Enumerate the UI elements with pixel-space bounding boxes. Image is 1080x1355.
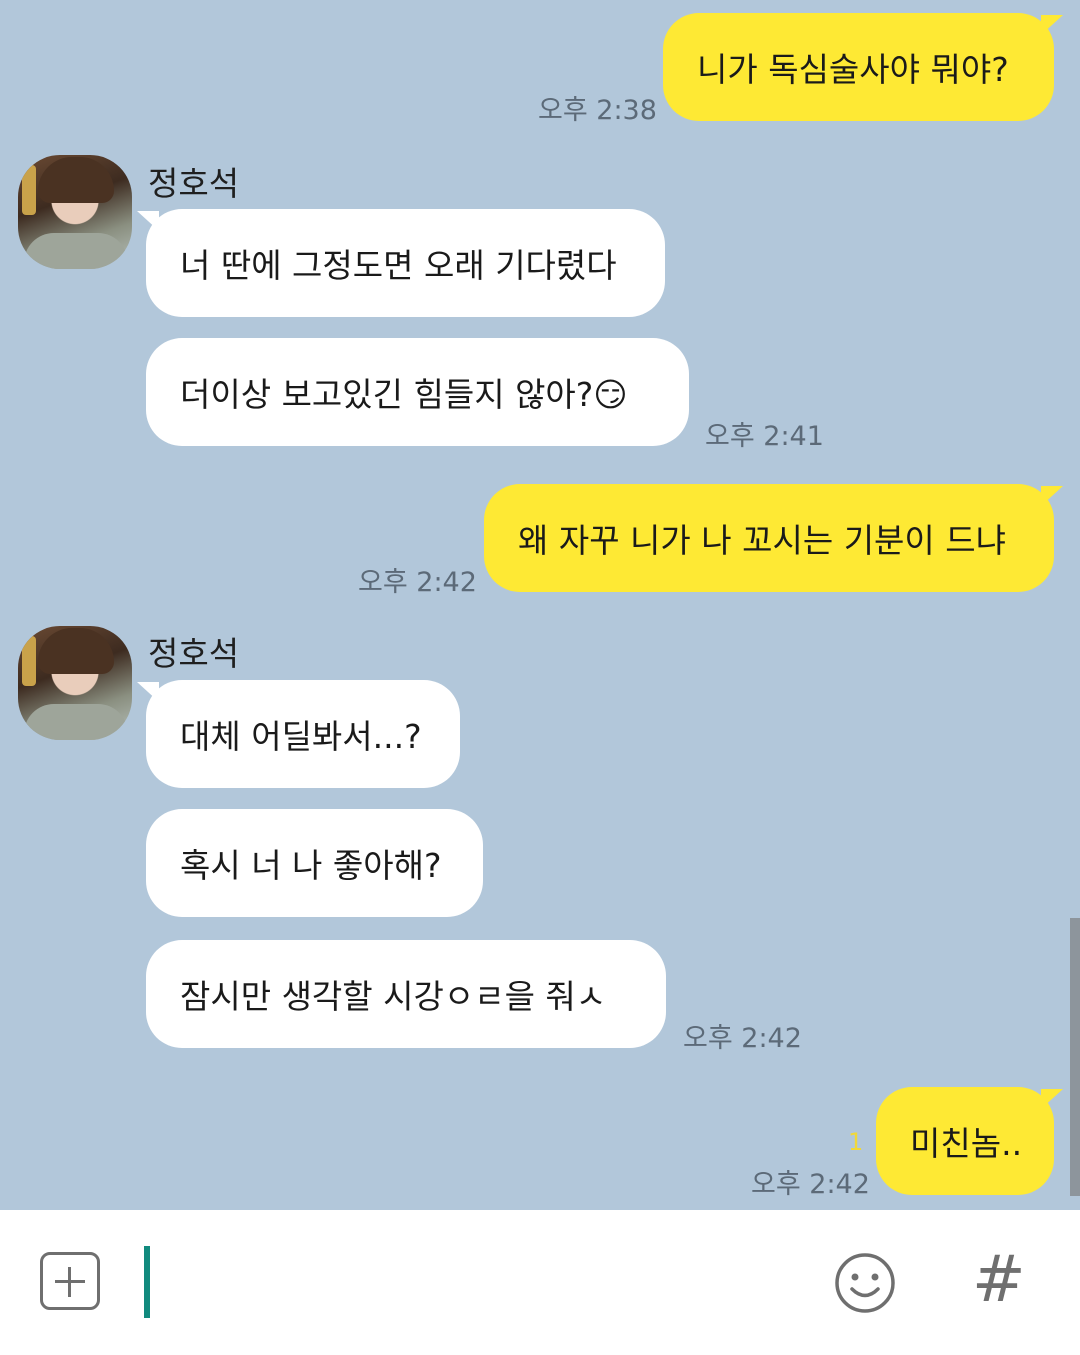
message-text: 왜 자꾸 니가 나 꼬시는 기분이 드냐 [518,521,1006,560]
message-time: 오후 2:38 [538,95,657,126]
message-time: 오후 2:42 [683,1023,802,1054]
contact-avatar[interactable] [18,155,132,269]
message-text: 너 딴에 그정도면 오래 기다렸다 [180,246,617,285]
chat-area[interactable]: 니가 독심술사야 뭐야? 오후 2:38 정호석 너 딴에 그정도면 오래 기다… [0,0,1080,1210]
their-message-bubble[interactable]: 대체 어딜봐서...? [137,680,460,788]
message-text: 미친놈.. [910,1124,1023,1163]
message-time: 오후 2:42 [358,567,477,598]
my-message-bubble[interactable]: 미친놈.. [876,1087,1063,1195]
contact-avatar[interactable] [18,626,132,740]
message-text: 대체 어딜봐서...? [180,717,422,756]
message-input[interactable] [144,1246,150,1318]
hash-icon[interactable]: # [972,1248,1026,1312]
sender-name: 정호석 [148,164,240,203]
their-message-bubble[interactable]: 잠시만 생각할 시강ㅇㄹ을 줘ㅅ [146,940,666,1048]
my-message-bubble[interactable]: 니가 독심술사야 뭐야? [663,13,1063,121]
message-text: 혹시 너 나 좋아해? [180,846,442,885]
sender-name: 정호석 [148,634,240,673]
smiley-icon[interactable] [834,1252,896,1314]
message-time: 오후 2:42 [751,1169,870,1200]
scrollbar[interactable] [1070,918,1080,1196]
message-input-bar [0,1210,1080,1355]
their-message-bubble[interactable]: 혹시 너 나 좋아해? [146,809,483,917]
message-text: 니가 독심술사야 뭐야? [697,50,1009,89]
their-message-bubble[interactable]: 더이상 보고있긴 힘들지 않아?😏 [146,338,689,446]
my-message-bubble[interactable]: 왜 자꾸 니가 나 꼬시는 기분이 드냐 [484,484,1063,592]
plus-square-icon[interactable] [40,1252,100,1310]
message-text: 더이상 보고있긴 힘들지 않아?😏 [180,375,628,414]
message-time: 오후 2:41 [705,421,824,452]
their-message-bubble[interactable]: 너 딴에 그정도면 오래 기다렸다 [137,209,665,317]
message-text: 잠시만 생각할 시강ㅇㄹ을 줘ㅅ [180,977,607,1016]
unread-count: 1 [848,1128,864,1156]
